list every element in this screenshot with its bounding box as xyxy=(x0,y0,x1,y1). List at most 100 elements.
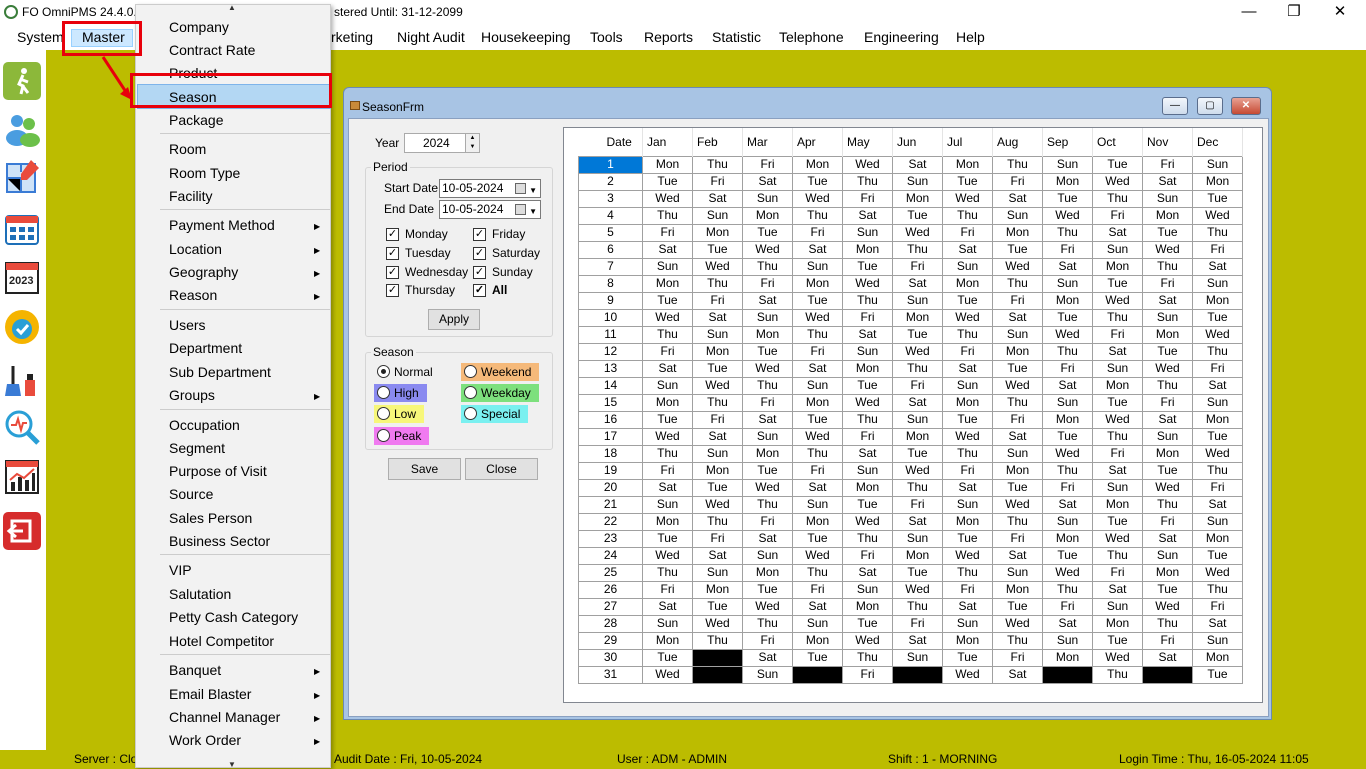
season-normal-radio[interactable]: Normal xyxy=(374,363,441,381)
day-cell[interactable]: Sun xyxy=(992,325,1043,344)
day-cell[interactable]: Sun xyxy=(792,495,843,514)
day-cell[interactable]: Tue xyxy=(942,172,993,191)
day-cell[interactable]: Mon xyxy=(1192,291,1243,310)
day-cell[interactable]: Wed xyxy=(892,223,943,242)
day-cell[interactable]: Sun xyxy=(742,427,793,446)
end-date-picker[interactable]: 10-05-2024 ▼ xyxy=(439,200,541,219)
day-cell[interactable]: Thu xyxy=(742,257,793,276)
day-cell[interactable]: Sat xyxy=(992,546,1043,565)
day-cell[interactable]: Mon xyxy=(1142,563,1193,582)
monday-checkbox[interactable]: ✓ Monday xyxy=(386,227,448,242)
day-cell[interactable]: Fri xyxy=(892,376,943,395)
day-cell[interactable]: Sat xyxy=(892,631,943,650)
day-cell[interactable]: Thu xyxy=(792,444,843,463)
day-cell[interactable]: Sat xyxy=(1142,291,1193,310)
day-cell[interactable]: Wed xyxy=(1192,444,1243,463)
day-cell[interactable]: Thu xyxy=(792,563,843,582)
day-cell[interactable]: Mon xyxy=(1142,206,1193,225)
menu-item-email-blaster[interactable]: Email Blaster xyxy=(169,686,329,702)
day-cell[interactable]: Fri xyxy=(942,342,993,361)
day-cell[interactable]: Wed xyxy=(1092,410,1143,429)
search-analysis-icon[interactable] xyxy=(3,408,41,446)
date-cell[interactable]: 7 xyxy=(578,257,643,276)
date-cell[interactable]: 14 xyxy=(578,376,643,395)
day-cell[interactable]: Thu xyxy=(842,529,893,548)
day-cell[interactable]: Mon xyxy=(642,631,693,650)
day-cell[interactable]: Mon xyxy=(892,308,943,327)
day-cell[interactable]: Thu xyxy=(1192,461,1243,480)
day-cell[interactable]: Sat xyxy=(1042,257,1093,276)
day-cell[interactable]: Tue xyxy=(692,240,743,259)
day-cell[interactable]: Tue xyxy=(1192,427,1243,446)
date-cell[interactable]: 30 xyxy=(578,648,643,667)
menu-item-location[interactable]: Location xyxy=(169,241,329,257)
day-cell[interactable]: Thu xyxy=(692,274,743,293)
day-cell[interactable]: Sun xyxy=(692,206,743,225)
day-cell[interactable]: Sun xyxy=(942,614,993,633)
day-cell[interactable]: Wed xyxy=(1142,478,1193,497)
day-cell[interactable]: Thu xyxy=(892,478,943,497)
day-cell[interactable]: Mon xyxy=(942,155,993,174)
day-cell[interactable]: Sun xyxy=(642,495,693,514)
date-cell[interactable]: 11 xyxy=(578,325,643,344)
menu-item-business-sector[interactable]: Business Sector xyxy=(169,533,329,549)
menu-marketing[interactable]: rketing xyxy=(331,29,373,45)
day-cell[interactable]: Fri xyxy=(1092,325,1143,344)
friday-checkbox[interactable]: ✓ Friday xyxy=(473,227,525,242)
day-cell[interactable]: Tue xyxy=(642,172,693,191)
day-cell[interactable]: Tue xyxy=(992,240,1043,259)
day-cell[interactable]: Wed xyxy=(892,461,943,480)
day-cell[interactable]: Wed xyxy=(992,614,1043,633)
day-cell[interactable]: Mon xyxy=(742,444,793,463)
day-cell[interactable]: Sat xyxy=(692,308,743,327)
day-cell[interactable]: Mon xyxy=(742,563,793,582)
day-cell[interactable]: Sun xyxy=(1042,393,1093,412)
day-cell[interactable]: Wed xyxy=(742,478,793,497)
day-cell[interactable]: Fri xyxy=(1142,393,1193,412)
menu-item-sub-department[interactable]: Sub Department xyxy=(169,364,329,380)
day-cell[interactable]: Sat xyxy=(1092,461,1143,480)
date-cell[interactable]: 26 xyxy=(578,580,643,599)
day-cell[interactable]: Mon xyxy=(1192,410,1243,429)
day-cell[interactable]: Sun xyxy=(692,325,743,344)
tuesday-checkbox[interactable]: ✓ Tuesday xyxy=(386,246,451,261)
day-cell[interactable]: Thu xyxy=(892,240,943,259)
day-cell[interactable]: Wed xyxy=(742,359,793,378)
day-cell[interactable]: Fri xyxy=(842,189,893,208)
start-date-picker[interactable]: 10-05-2024 ▼ xyxy=(439,179,541,198)
day-cell[interactable]: Tue xyxy=(942,291,993,310)
day-cell[interactable]: Mon xyxy=(742,325,793,344)
day-cell[interactable]: Mon xyxy=(792,155,843,174)
menu-item-petty-cash-category[interactable]: Petty Cash Category xyxy=(169,609,329,625)
day-cell[interactable]: Wed xyxy=(1042,563,1093,582)
day-cell[interactable]: Sun xyxy=(892,648,943,667)
day-cell[interactable]: Fri xyxy=(942,580,993,599)
day-cell[interactable]: Mon xyxy=(842,359,893,378)
day-cell[interactable]: Sun xyxy=(1192,393,1243,412)
day-cell[interactable]: Sat xyxy=(892,274,943,293)
day-cell[interactable]: Tue xyxy=(1042,427,1093,446)
day-cell[interactable]: Mon xyxy=(1142,444,1193,463)
day-cell[interactable]: Thu xyxy=(642,563,693,582)
day-cell[interactable]: Mon xyxy=(992,223,1043,242)
day-cell[interactable]: Tue xyxy=(1042,546,1093,565)
guests-icon[interactable] xyxy=(3,110,41,148)
day-cell[interactable]: Sat xyxy=(742,172,793,191)
day-cell[interactable]: Sun xyxy=(742,308,793,327)
day-cell[interactable]: Wed xyxy=(642,665,693,684)
day-cell[interactable]: Tue xyxy=(1142,461,1193,480)
day-cell[interactable]: Sat xyxy=(1092,580,1143,599)
day-cell[interactable]: Tue xyxy=(942,529,993,548)
menu-item-source[interactable]: Source xyxy=(169,486,329,502)
day-cell[interactable]: Wed xyxy=(642,308,693,327)
day-cell[interactable]: Sun xyxy=(892,410,943,429)
menu-item-contract-rate[interactable]: Contract Rate xyxy=(169,42,329,58)
day-cell[interactable]: Fri xyxy=(792,580,843,599)
day-cell[interactable]: Tue xyxy=(1192,665,1243,684)
day-cell[interactable]: Sun xyxy=(892,172,943,191)
day-cell[interactable]: Mon xyxy=(642,274,693,293)
menu-item-facility[interactable]: Facility xyxy=(169,188,329,204)
day-cell[interactable]: Sat xyxy=(992,665,1043,684)
close-icon[interactable]: ✕ xyxy=(1325,2,1355,24)
date-cell[interactable]: 12 xyxy=(578,342,643,361)
